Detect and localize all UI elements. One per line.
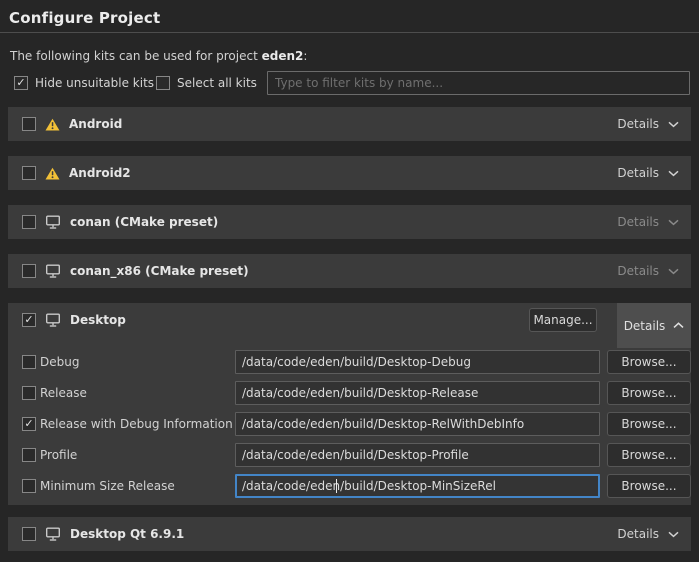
- warning-icon: [45, 167, 60, 180]
- config-path-field: [235, 381, 600, 405]
- details-toggle[interactable]: Details: [617, 527, 679, 541]
- kit-header: conan (CMake preset) Details: [8, 205, 691, 239]
- page-title: Configure Project: [9, 9, 160, 27]
- check-icon: ✓: [24, 418, 33, 429]
- kit-row-conan: conan (CMake preset) Details: [8, 205, 691, 239]
- chevron-down-icon: [668, 268, 679, 275]
- browse-button[interactable]: Browse...: [607, 381, 691, 405]
- browse-button[interactable]: Browse...: [607, 412, 691, 436]
- chevron-down-icon: [668, 219, 679, 226]
- chevron-up-icon: [673, 322, 684, 329]
- kit-name: conan_x86 (CMake preset): [70, 264, 249, 278]
- details-toggle[interactable]: Details: [617, 166, 679, 180]
- kit-name: Desktop Qt 6.9.1: [70, 527, 184, 541]
- build-config-row-release: Release Browse...: [8, 381, 691, 405]
- kit-checkbox[interactable]: [22, 215, 36, 229]
- config-checkbox[interactable]: [22, 355, 36, 369]
- config-checkbox[interactable]: ✓: [22, 417, 36, 431]
- chevron-down-icon: [668, 531, 679, 538]
- config-label: Debug: [40, 355, 79, 369]
- hide-unsuitable-checkbox[interactable]: ✓: [14, 76, 28, 90]
- details-toggle[interactable]: Details: [617, 215, 679, 229]
- kit-filter-input[interactable]: [267, 71, 690, 95]
- chevron-down-icon: [668, 170, 679, 177]
- config-checkbox[interactable]: [22, 479, 36, 493]
- kit-name: Desktop: [70, 313, 126, 327]
- config-checkbox[interactable]: [22, 386, 36, 400]
- kit-header: Desktop Qt 6.9.1 Details: [8, 517, 691, 551]
- details-label: Details: [617, 527, 659, 541]
- details-toggle[interactable]: Details: [617, 264, 679, 278]
- build-config-row-profile: Profile Browse...: [8, 443, 691, 467]
- kit-name: Android2: [69, 166, 131, 180]
- title-separator: [0, 32, 699, 33]
- desktop-icon: [45, 313, 61, 327]
- build-config-row-debug: Debug Browse...: [8, 350, 691, 374]
- details-label: Details: [617, 166, 659, 180]
- config-path-field: [235, 412, 600, 436]
- kit-header: Android2 Details: [8, 156, 691, 190]
- kit-name: conan (CMake preset): [70, 215, 218, 229]
- build-dir-input[interactable]: [235, 412, 600, 436]
- details-toggle[interactable]: Details: [617, 117, 679, 131]
- select-all-kits-control: Select all kits: [156, 76, 257, 90]
- details-toggle-expanded[interactable]: Details: [617, 303, 691, 348]
- browse-button[interactable]: Browse...: [607, 474, 691, 498]
- config-path-field: [235, 350, 600, 374]
- text-caret: [336, 479, 337, 493]
- kit-header: conan_x86 (CMake preset) Details: [8, 254, 691, 288]
- config-label: Release with Debug Information: [40, 417, 233, 431]
- kit-row-android2: Android2 Details: [8, 156, 691, 190]
- hide-unsuitable-label: Hide unsuitable kits: [35, 76, 154, 90]
- browse-button[interactable]: Browse...: [607, 443, 691, 467]
- subtitle-text: The following kits can be used for proje…: [10, 49, 262, 63]
- config-label: Minimum Size Release: [40, 479, 175, 493]
- kit-checkbox[interactable]: [22, 166, 36, 180]
- kit-header: Android Details: [8, 107, 691, 141]
- check-icon: ✓: [16, 77, 25, 88]
- check-icon: ✓: [24, 314, 33, 325]
- details-label: Details: [624, 319, 666, 333]
- build-dir-input-focused[interactable]: [235, 474, 600, 498]
- subtitle-colon: :: [303, 49, 307, 63]
- config-path-field: [235, 443, 600, 467]
- build-dir-input[interactable]: [235, 443, 600, 467]
- kit-checkbox[interactable]: [22, 527, 36, 541]
- select-all-label: Select all kits: [177, 76, 257, 90]
- kit-name: Android: [69, 117, 122, 131]
- kits-subtitle: The following kits can be used for proje…: [10, 49, 307, 63]
- desktop-icon: [45, 215, 61, 229]
- kit-row-desktop-qt: Desktop Qt 6.9.1 Details: [8, 517, 691, 551]
- kit-row-conan-x86: conan_x86 (CMake preset) Details: [8, 254, 691, 288]
- build-config-row-minsizerel: Minimum Size Release Browse...: [8, 474, 691, 498]
- manage-kits-button[interactable]: Manage...: [529, 308, 597, 332]
- warning-icon: [45, 118, 60, 131]
- details-label: Details: [617, 117, 659, 131]
- chevron-down-icon: [668, 121, 679, 128]
- kit-row-android: Android Details: [8, 107, 691, 141]
- config-checkbox[interactable]: [22, 448, 36, 462]
- kit-checkbox[interactable]: [22, 117, 36, 131]
- build-dir-input[interactable]: [235, 381, 600, 405]
- hide-unsuitable-kits-control: ✓ Hide unsuitable kits: [14, 76, 154, 90]
- project-name: eden2: [262, 49, 304, 63]
- build-dir-input[interactable]: [235, 350, 600, 374]
- build-config-row-relwithdebinfo: ✓ Release with Debug Information Browse.…: [8, 412, 691, 436]
- browse-button[interactable]: Browse...: [607, 350, 691, 374]
- config-label: Profile: [40, 448, 77, 462]
- desktop-icon: [45, 527, 61, 541]
- config-path-field: [235, 474, 600, 498]
- select-all-checkbox[interactable]: [156, 76, 170, 90]
- config-label: Release: [40, 386, 87, 400]
- kit-row-desktop: ✓ Desktop Manage... Details Debug Browse…: [8, 303, 691, 505]
- kit-checkbox[interactable]: [22, 264, 36, 278]
- details-label: Details: [617, 215, 659, 229]
- desktop-icon: [45, 264, 61, 278]
- details-label: Details: [617, 264, 659, 278]
- kit-checkbox[interactable]: ✓: [22, 313, 36, 327]
